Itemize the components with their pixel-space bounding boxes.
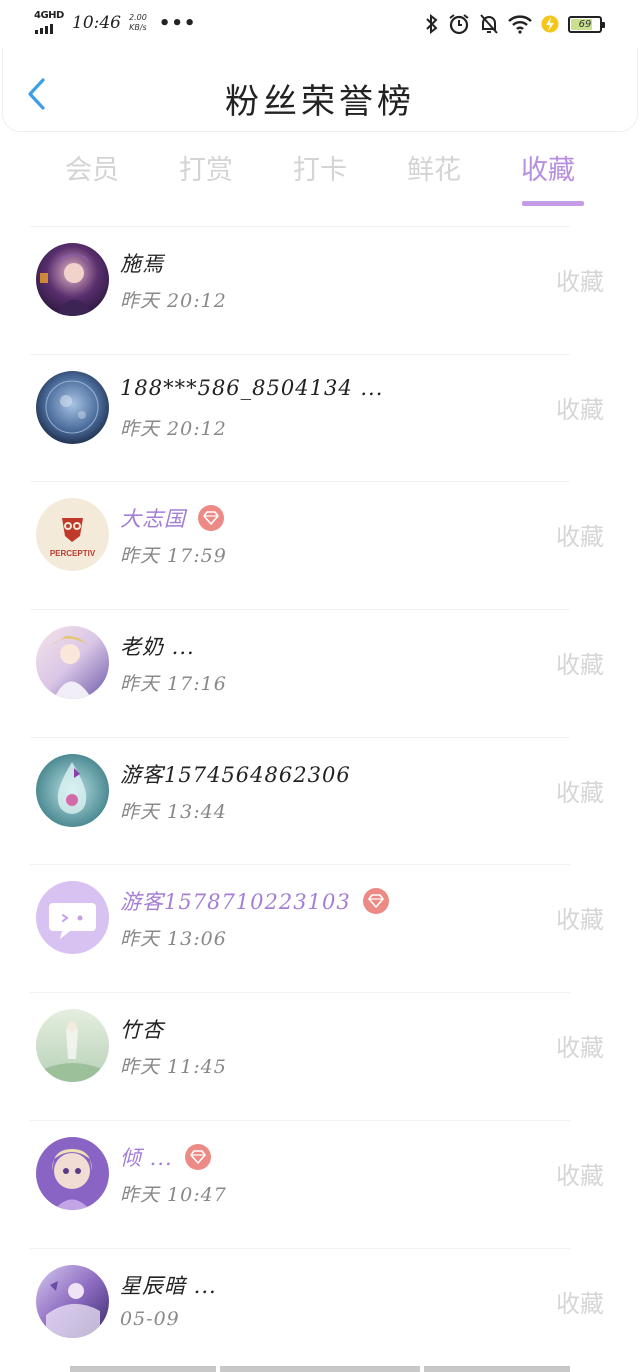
status-bar: 4GHD 10:46 2.00 KB/s ••• 69: [0, 0, 640, 48]
avatar[interactable]: PERCEPTIV: [36, 498, 109, 572]
avatar[interactable]: [36, 626, 109, 700]
diamond-badge-icon: [198, 505, 224, 532]
fan-time: 昨天 20:12: [120, 290, 227, 312]
fan-time: 昨天 17:59: [120, 545, 227, 568]
fan-time: 昨天 17:16: [120, 673, 227, 696]
favorite-action[interactable]: 收藏: [556, 1156, 604, 1191]
list-item[interactable]: 游客1578710223103 昨天 13:06 收藏: [0, 864, 640, 992]
fan-name: 老奶 ...: [120, 631, 195, 661]
diamond-badge-icon: [362, 888, 389, 915]
favorite-action[interactable]: 收藏: [556, 390, 604, 425]
favorite-action[interactable]: 收藏: [556, 645, 604, 680]
fan-time: 昨天 10:47: [120, 1183, 227, 1206]
page-title: 粉丝荣誉榜: [225, 82, 415, 122]
mute-icon: [480, 14, 498, 34]
fan-name-text: 大志国: [120, 507, 186, 532]
avatar[interactable]: [36, 1136, 109, 1210]
fan-name: 188***586_8504134 ...: [120, 376, 383, 400]
fan-name: 游客1574564862306: [120, 759, 351, 789]
avatar[interactable]: [36, 1009, 109, 1083]
avatar[interactable]: [36, 243, 109, 316]
list-item[interactable]: PERCEPTIV 大志国 昨天 17:59 收藏: [0, 481, 640, 609]
signal-icon: [35, 24, 53, 34]
tab-label: 打卡: [293, 155, 347, 186]
avatar[interactable]: [36, 881, 109, 955]
bluetooth-icon: [426, 14, 438, 34]
avatar[interactable]: [36, 370, 109, 444]
list-item[interactable]: 老奶 ... 昨天 17:16 收藏: [0, 609, 640, 737]
fan-time: 昨天 13:44: [120, 800, 227, 823]
tab-label: 鲜花: [407, 155, 461, 186]
fan-name: 施焉: [120, 248, 164, 278]
tab-favorites[interactable]: 收藏: [503, 148, 593, 206]
tab-flowers[interactable]: 鲜花: [389, 148, 479, 206]
fan-name: 星辰暗 ...: [120, 1270, 217, 1300]
tab-membership[interactable]: 会员: [47, 148, 137, 206]
fan-name-text: 竹杏: [120, 1018, 164, 1043]
favorite-action[interactable]: 收藏: [556, 1284, 604, 1319]
net-speed-value: 2.00: [129, 13, 147, 22]
fan-name-text: 倾 ...: [120, 1145, 173, 1170]
fan-name: 大志国: [120, 503, 224, 533]
header: 粉丝荣誉榜: [2, 48, 638, 132]
tab-underline: [522, 201, 584, 206]
tab-tipping[interactable]: 打赏: [161, 148, 251, 206]
avatar-logo-text: PERCEPTIV: [50, 549, 96, 558]
list-item[interactable]: 星辰暗 ... 05-09 收藏: [0, 1247, 640, 1372]
alarm-icon: [449, 14, 469, 35]
network-label: 4GHD: [34, 10, 64, 21]
fan-name: 竹杏: [120, 1014, 164, 1044]
tab-bar: 会员 打赏 打卡 鲜花 收藏: [0, 148, 640, 210]
fan-name-text: 游客1578710223103: [120, 890, 351, 915]
fan-name-text: 游客1574564862306: [120, 762, 351, 787]
avatar[interactable]: [36, 1264, 109, 1338]
fan-time: 05-09: [120, 1307, 180, 1330]
fan-time: 昨天 20:12: [120, 417, 227, 440]
net-speed-unit: KB/s: [129, 23, 147, 32]
favorite-action[interactable]: 收藏: [556, 773, 604, 808]
battery-level: 69: [578, 18, 592, 30]
tab-label: 打赏: [179, 155, 233, 186]
fan-name-text: 星辰暗 ...: [120, 1273, 217, 1298]
diamond-badge-icon: [184, 1143, 211, 1170]
tab-label: 收藏: [521, 155, 575, 186]
list-item[interactable]: 施焉 昨天 20:12 收藏: [0, 226, 640, 354]
fan-name-text: 188***586_8504134 ...: [120, 375, 384, 400]
favorite-action[interactable]: 收藏: [556, 900, 604, 935]
list-item[interactable]: 188***586_8504134 ... 昨天 20:12 收藏: [0, 353, 640, 482]
fan-time: 昨天 13:06: [120, 928, 227, 951]
tab-checkin[interactable]: 打卡: [275, 148, 365, 206]
fan-name: 游客1578710223103: [120, 886, 389, 916]
more-notifications-icon: •••: [158, 12, 197, 34]
favorite-action[interactable]: 收藏: [556, 1028, 604, 1063]
wifi-icon: [508, 15, 532, 34]
avatar[interactable]: [36, 753, 109, 827]
favorite-action[interactable]: 收藏: [556, 262, 604, 297]
battery-icon: 69: [568, 15, 605, 33]
list-item[interactable]: 倾 ... 昨天 10:47 收藏: [0, 1119, 640, 1248]
tab-label: 会员: [65, 155, 119, 186]
fan-name-text: 施焉: [120, 252, 164, 276]
favorite-action[interactable]: 收藏: [556, 517, 604, 552]
clock: 10:46: [72, 13, 121, 33]
net-speed: 2.00 KB/s: [129, 13, 147, 33]
network-indicator: 4GHD: [34, 10, 64, 36]
bottom-tab-bar-edge: [0, 1366, 640, 1372]
fan-time: 昨天 11:45: [120, 1056, 227, 1079]
fan-list: 施焉 昨天 20:12 收藏 188***586_8504134 ... 昨天 …: [0, 226, 640, 1372]
list-item[interactable]: 竹杏 昨天 11:45 收藏: [0, 992, 640, 1120]
fan-name-text: 老奶 ...: [120, 635, 195, 660]
list-item[interactable]: 游客1574564862306 昨天 13:44 收藏: [0, 736, 640, 865]
charging-icon: [541, 15, 559, 33]
fan-name: 倾 ...: [120, 1142, 211, 1172]
